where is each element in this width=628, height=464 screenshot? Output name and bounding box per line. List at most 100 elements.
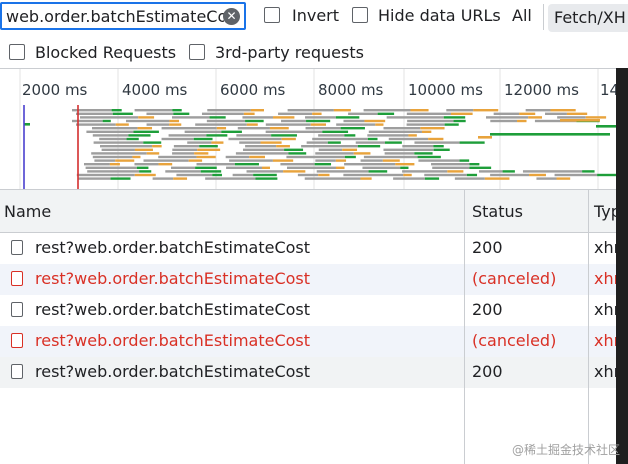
overview-bar [229, 159, 273, 162]
overview-bar [402, 145, 434, 148]
overview-bar [276, 145, 290, 148]
overview-bar [78, 177, 111, 180]
request-type: xhr [594, 269, 616, 288]
overview-bar [184, 130, 222, 133]
overview-bar [286, 155, 345, 159]
filter-input[interactable]: web.order.batchEstimateCo ✕ [0, 2, 246, 30]
column-header-name[interactable]: Name [4, 202, 51, 222]
overview-bar [305, 116, 336, 119]
overview-bar [297, 173, 319, 177]
overview-bar [367, 137, 378, 141]
overview-bar [335, 166, 345, 169]
overview-bar [143, 141, 162, 144]
overview-bar [209, 116, 226, 119]
overview-bar [385, 141, 402, 144]
table-row[interactable]: rest?web.order.batchEstimateCost (cancel… [0, 264, 616, 295]
overview-bar [560, 119, 600, 122]
overview-bar [72, 119, 103, 123]
overview-bar [100, 145, 153, 148]
overview-bar [368, 130, 422, 133]
request-name: rest?web.order.batchEstimateCost [35, 269, 311, 288]
overview-bar [152, 145, 162, 148]
overview-bar [348, 112, 378, 115]
overview-bar [414, 152, 433, 155]
overview-bar [386, 116, 444, 119]
overview-bar [363, 155, 418, 159]
overview-bar [344, 134, 356, 137]
overview-bar [205, 177, 256, 180]
overview-bar [360, 159, 383, 162]
overview-bar [80, 116, 139, 119]
overview-bar [333, 109, 351, 112]
overview-bar [340, 127, 365, 130]
overview-bar [132, 155, 141, 159]
overview-bar [161, 127, 217, 130]
overview-bar [207, 109, 251, 112]
overview-bar [431, 163, 470, 166]
overview-bar [286, 166, 336, 169]
network-overview-timeline[interactable]: 2000 ms 4000 ms 6000 ms 8000 ms 10000 ms… [0, 68, 616, 190]
overview-bar [355, 141, 386, 144]
overview-bar [239, 141, 261, 144]
table-row[interactable]: rest?web.order.batchEstimateCost (cancel… [0, 326, 616, 357]
column-header-type[interactable]: Typ [594, 202, 621, 222]
overview-bar [24, 123, 30, 126]
hide-data-urls-checkbox[interactable] [352, 7, 368, 23]
request-type: xhr [594, 362, 616, 381]
overview-bar [343, 173, 404, 177]
overview-bar [478, 136, 492, 139]
overview-bar [357, 145, 381, 148]
overview-bar [364, 119, 386, 123]
request-type: xhr [594, 238, 616, 257]
overview-bar [550, 109, 576, 112]
third-party-checkbox[interactable] [189, 44, 205, 60]
overview-bar [173, 112, 190, 115]
overview-bar [363, 109, 411, 112]
blocked-requests-checkbox[interactable] [9, 44, 25, 60]
overview-bar [161, 137, 194, 141]
overview-bar [243, 112, 255, 115]
column-header-status[interactable]: Status [472, 202, 523, 222]
overview-bar [152, 177, 174, 180]
overview-bar [76, 173, 135, 177]
request-type: xhr [594, 300, 616, 319]
overview-bar [484, 177, 510, 180]
overview-bar [194, 152, 209, 155]
overview-bar [255, 177, 278, 180]
filter-all-button[interactable]: All [512, 6, 532, 26]
clear-icon[interactable]: ✕ [223, 8, 240, 25]
overview-bar [336, 123, 376, 126]
overview-bar [172, 152, 195, 155]
overview-bar [246, 123, 258, 126]
overview-bar [406, 123, 445, 126]
invert-checkbox[interactable] [264, 7, 280, 23]
overview-bar [343, 119, 365, 123]
overview-bar [382, 159, 400, 162]
overview-bar [143, 159, 189, 162]
filter-toolbar: web.order.batchEstimateCo ✕ Invert Hide … [0, 0, 628, 36]
table-row[interactable]: rest?web.order.batchEstimateCost 200 xhr [0, 295, 616, 326]
overview-bar [556, 177, 571, 180]
table-row[interactable]: rest?web.order.batchEstimateCost 200 xhr [0, 357, 616, 388]
overview-bar [545, 112, 567, 115]
filter-fetch-xhr-button[interactable]: Fetch/XH [548, 4, 628, 32]
table-row[interactable]: rest?web.order.batchEstimateCost 200 xhr [0, 233, 616, 264]
overview-bar [315, 159, 336, 162]
overview-bar [417, 155, 441, 159]
overview-bar [146, 123, 170, 126]
overview-bar [305, 127, 341, 130]
overview-bar [170, 166, 196, 169]
overview-bar [410, 109, 429, 112]
file-icon [11, 364, 23, 379]
overview-bar [318, 173, 330, 177]
filter-input-value: web.order.batchEstimateCo [6, 7, 224, 26]
overview-bar [195, 123, 247, 126]
watermark: @稀土掘金技术社区 [511, 443, 620, 457]
overview-bar [420, 127, 445, 130]
overview-bar [101, 148, 135, 151]
overview-bar [519, 112, 536, 115]
overview-bar [249, 155, 265, 159]
overview-bar [283, 170, 306, 173]
overview-bar [216, 127, 227, 130]
overview-bar [597, 173, 616, 177]
